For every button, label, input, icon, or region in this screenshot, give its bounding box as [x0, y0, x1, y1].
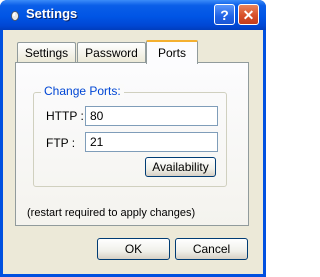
close-button[interactable]: ✕ — [238, 4, 259, 25]
window-title: Settings — [26, 6, 78, 21]
ftp-port-input[interactable]: 21 — [85, 132, 218, 152]
availability-button[interactable]: Availability — [145, 157, 216, 177]
ftp-label: FTP : — [46, 136, 76, 150]
ok-button[interactable]: OK — [97, 238, 170, 260]
http-label: HTTP : — [46, 109, 84, 123]
tab-settings[interactable]: Settings — [17, 42, 76, 62]
change-ports-label: Change Ports: — [41, 84, 124, 98]
cancel-button[interactable]: Cancel — [175, 238, 248, 260]
help-icon: ? — [220, 6, 229, 23]
app-icon — [11, 11, 19, 21]
http-port-input[interactable]: 80 — [85, 106, 218, 126]
restart-note: (restart required to apply changes) — [27, 207, 196, 219]
close-icon: ✕ — [242, 6, 255, 23]
tab-ports[interactable]: Ports — [146, 40, 198, 64]
tab-password[interactable]: Password — [77, 42, 146, 62]
title-bar[interactable]: Settings ? ✕ — [0, 0, 266, 30]
help-button[interactable]: ? — [214, 4, 235, 25]
settings-window: Settings ? ✕ Settings Password Ports Cha… — [0, 0, 266, 277]
